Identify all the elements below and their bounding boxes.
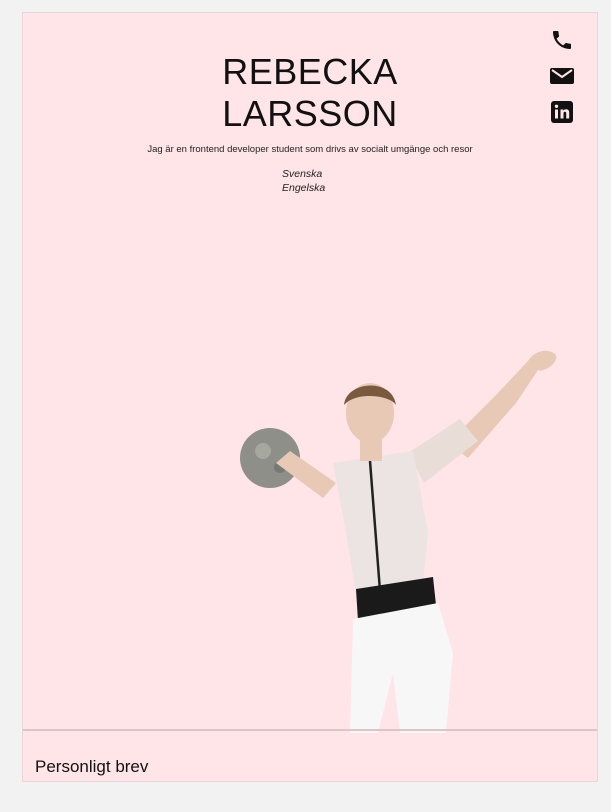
profile-name-first: REBECKA	[222, 51, 398, 92]
language-item: Engelska	[282, 182, 326, 194]
language-item: Svenska	[282, 168, 323, 180]
profile-photo	[228, 333, 568, 733]
section-divider	[23, 729, 597, 731]
profile-name-last: LARSSON	[222, 93, 398, 134]
personal-letter-heading: Personligt brev	[35, 757, 149, 776]
profile-name: REBECKA LARSSON	[23, 51, 597, 135]
phone-icon[interactable]	[549, 27, 575, 53]
profile-tagline: Jag är en frontend developer student som…	[147, 144, 473, 155]
languages-list: Svenska Engelska	[282, 167, 325, 195]
cv-card: REBECKA LARSSON Jag är en frontend devel…	[22, 12, 598, 782]
